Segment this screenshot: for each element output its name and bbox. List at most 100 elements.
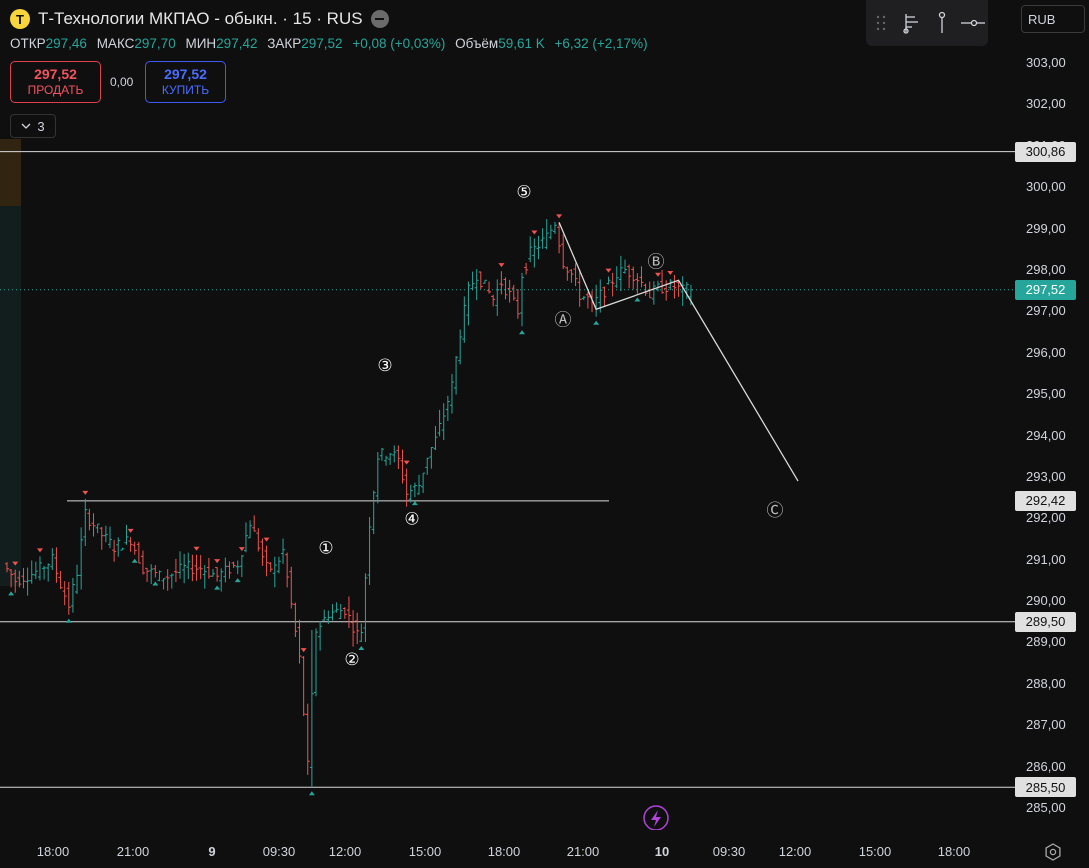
candle: [330, 603, 335, 621]
candle: [157, 570, 162, 582]
candle: [540, 228, 545, 249]
candle: [103, 525, 108, 543]
candle: [42, 565, 47, 580]
candle: [235, 560, 240, 575]
candle: [33, 561, 38, 580]
candle: [165, 569, 170, 591]
candle: [569, 269, 574, 283]
candle: [466, 281, 471, 326]
horizontal-line-icon[interactable]: [960, 11, 985, 35]
candle: [198, 555, 203, 580]
candle: [186, 552, 191, 580]
pin-icon[interactable]: [930, 11, 954, 35]
buy-label: КУПИТЬ: [161, 83, 210, 97]
price-scale[interactable]: 285,00 286,00 287,00 288,00 289,00 290,00 291,…: [1015, 40, 1089, 830]
current-price-badge: 297,52: [1015, 279, 1076, 300]
candle: [260, 538, 265, 566]
candle: [412, 482, 417, 498]
currency-select[interactable]: RUB: [1021, 5, 1085, 33]
volume-value: 59,61 K: [498, 36, 545, 51]
candle: [610, 272, 615, 297]
candle: [95, 523, 100, 534]
candle: [178, 551, 183, 579]
candle: [342, 607, 347, 619]
candle: [375, 452, 380, 504]
price-tick-label: 297,00: [1026, 303, 1066, 319]
indicators-collapse-button[interactable]: 3: [10, 114, 56, 138]
chart-area[interactable]: ① ② ③ ④ ⑤ Ⓐ Ⓑ Ⓒ: [0, 0, 1015, 830]
wave-label: ④: [404, 509, 419, 529]
candle: [680, 276, 685, 306]
time-tick-label: 21:00: [566, 844, 600, 859]
candle: [79, 527, 84, 590]
price-tick-label: 290,00: [1026, 593, 1066, 609]
candle: [50, 548, 55, 571]
candle: [87, 508, 92, 531]
time-tick-label: 12:00: [778, 844, 812, 859]
candle: [433, 425, 438, 450]
price-tick-label: 288,00: [1026, 675, 1066, 691]
candle: [454, 356, 459, 395]
candle: [651, 281, 656, 305]
price-chart[interactable]: ① ② ③ ④ ⑤ Ⓐ Ⓑ Ⓒ: [0, 0, 1015, 830]
sell-button[interactable]: 297,52 ПРОДАТЬ: [10, 61, 101, 103]
candle: [66, 582, 71, 615]
volume-change-value: +6,32 (+2,17%): [554, 36, 648, 51]
level-price-badge: 285,50: [1015, 777, 1076, 798]
candle: [252, 515, 257, 532]
candle: [37, 556, 42, 581]
candle: [351, 610, 356, 647]
candle: [408, 484, 413, 503]
fractal-high-marker: [403, 460, 410, 465]
time-axis[interactable]: 18:00 21:00 9 09:30 12:00 15:00 18:00 21:00 10 09…: [0, 836, 1015, 868]
candle: [367, 517, 372, 585]
candle: [672, 274, 677, 299]
candle: [62, 581, 67, 606]
indicators-count: 3: [37, 118, 45, 134]
session-zone-upper: [0, 139, 21, 206]
candle: [136, 541, 141, 564]
candle: [334, 602, 339, 613]
settings-icon[interactable]: [1043, 842, 1063, 862]
candle: [507, 279, 512, 303]
candle: [322, 609, 327, 621]
fractal-low-marker: [8, 591, 15, 596]
candle: [215, 567, 220, 582]
hide-legend-button[interactable]: [370, 10, 389, 28]
candle: [108, 526, 112, 549]
candle: [462, 296, 467, 343]
candle: [338, 603, 343, 619]
candle: [655, 280, 660, 292]
candle: [248, 520, 253, 539]
lightning-event-icon[interactable]: [643, 805, 669, 830]
price-tick-label: 287,00: [1026, 717, 1066, 733]
candle: [219, 568, 224, 592]
candle: [75, 564, 80, 595]
session-zone-lower: [0, 206, 21, 586]
candle: [355, 612, 360, 645]
candle: [359, 623, 364, 643]
candle: [524, 262, 529, 275]
candle: [112, 539, 117, 562]
fractal-low-marker: [519, 330, 525, 335]
drag-handle-icon[interactable]: [869, 11, 893, 35]
candle: [631, 266, 636, 290]
candle: [70, 577, 75, 613]
price-tick-label: 298,00: [1026, 261, 1066, 277]
candle: [116, 537, 121, 557]
candle: [458, 329, 463, 365]
candle: [417, 474, 421, 495]
close-label: ЗАКР: [267, 36, 302, 51]
bar-tree-icon[interactable]: [900, 11, 924, 35]
fractal-high-marker: [193, 546, 200, 551]
candle: [425, 457, 430, 475]
candle: [392, 445, 397, 463]
candle: [161, 578, 166, 590]
candle: [268, 562, 273, 573]
candle: [206, 558, 211, 579]
candle: [140, 550, 145, 575]
currency-value: RUB: [1028, 11, 1056, 27]
instrument-title[interactable]: Т-Технологии МКПАО - обыкн. · 15 · RUS: [38, 9, 363, 29]
candle: [318, 621, 323, 651]
buy-button[interactable]: 297,52 КУПИТЬ: [145, 61, 226, 103]
